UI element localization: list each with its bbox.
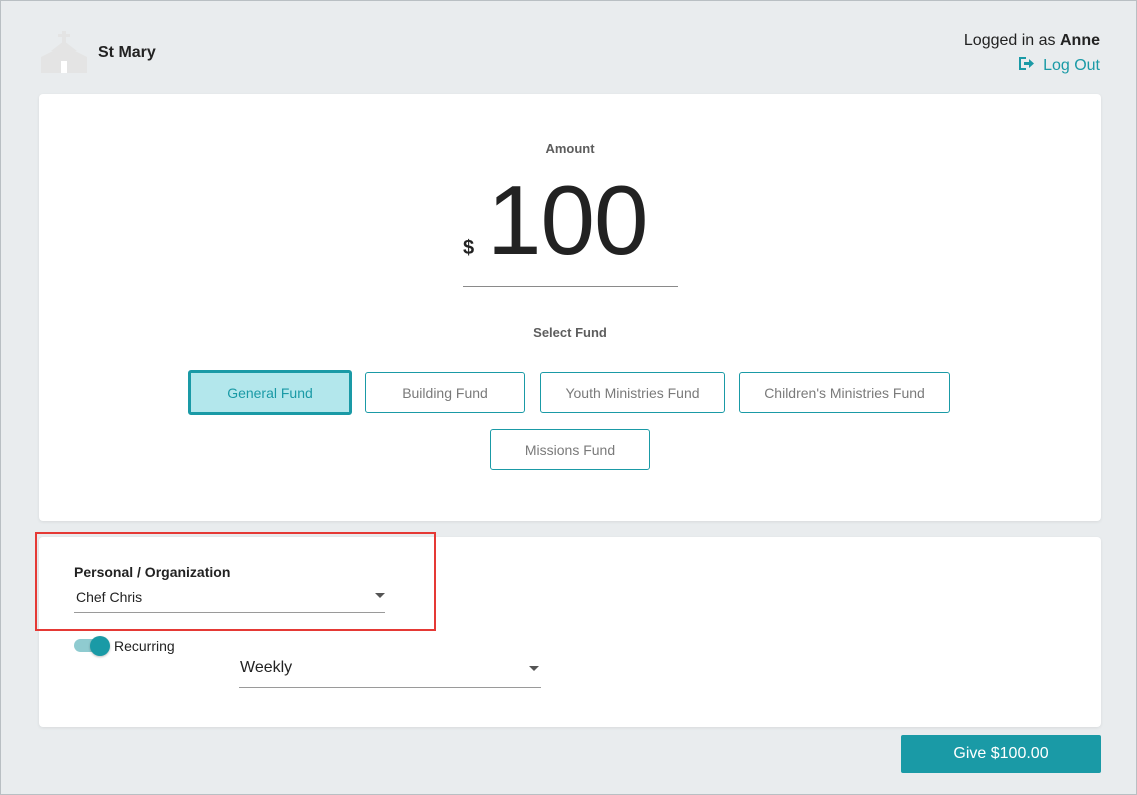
fund-button-youth-ministries[interactable]: Youth Ministries Fund <box>540 372 725 413</box>
logout-label: Log Out <box>1043 57 1100 74</box>
highlight-box <box>35 532 436 631</box>
fund-button-building[interactable]: Building Fund <box>365 372 525 413</box>
recurring-label: Recurring <box>114 638 175 654</box>
select-fund-label: Select Fund <box>533 325 607 340</box>
fund-button-missions[interactable]: Missions Fund <box>490 429 650 470</box>
frequency-select[interactable]: Weekly <box>239 652 541 688</box>
sign-out-icon <box>1018 56 1035 76</box>
logout-link[interactable]: Log Out <box>1018 56 1100 76</box>
fund-button-general[interactable]: General Fund <box>188 370 352 415</box>
give-button[interactable]: Give $100.00 <box>901 735 1101 773</box>
login-info: Logged in as Anne <box>964 32 1100 50</box>
amount-input[interactable]: 100 <box>487 164 649 277</box>
currency-symbol: $ <box>463 237 475 259</box>
church-name: St Mary <box>98 44 156 61</box>
toggle-knob <box>90 636 110 656</box>
amount-underline <box>463 286 678 287</box>
chevron-down-icon <box>529 666 539 671</box>
church-logo-icon <box>41 31 87 73</box>
amount-label: Amount <box>545 141 595 156</box>
user-name: Anne <box>1060 32 1100 49</box>
frequency-value: Weekly <box>240 659 293 676</box>
logged-in-prefix: Logged in as <box>963 32 1056 49</box>
amount-card: Amount $ 100 Select Fund General Fund Bu… <box>39 94 1101 521</box>
fund-button-childrens-ministries[interactable]: Children's Ministries Fund <box>739 372 950 413</box>
recurring-toggle[interactable] <box>74 636 110 656</box>
